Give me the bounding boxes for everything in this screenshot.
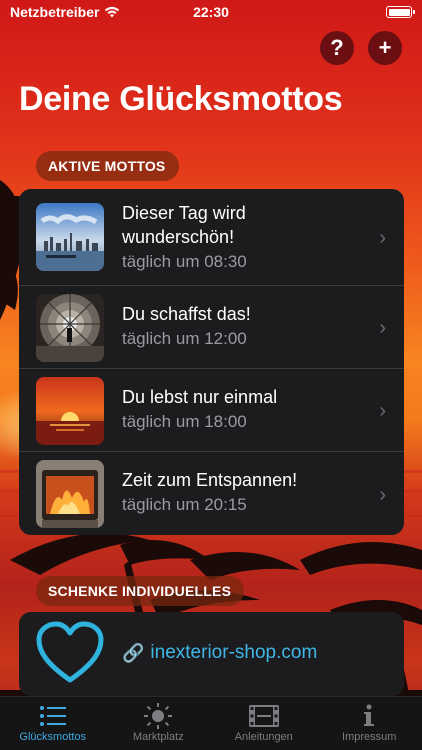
motto-row-1[interactable]: Dieser Tag wird wunderschön! täglich um … (19, 189, 404, 286)
motto-schedule: täglich um 20:15 (122, 495, 247, 514)
heart-icon (36, 621, 104, 683)
tab-bar: Glücksmottos Marktplatz Anleitungen Impr… (0, 696, 422, 750)
info-icon (362, 703, 376, 729)
battery-icon (386, 6, 415, 18)
motto-text: Du schaffst das! täglich um 12:00 (122, 302, 364, 351)
tab-label: Anleitungen (234, 731, 293, 743)
tab-label: Marktplatz (132, 731, 184, 743)
shop-link-text[interactable]: inexterior-shop.com (150, 642, 317, 664)
chevron-right-icon: › (379, 227, 386, 249)
motto-title-line1: Dieser Tag wird (122, 203, 246, 223)
motto-schedule: täglich um 12:00 (122, 329, 247, 348)
motto-schedule: täglich um 18:00 (122, 412, 247, 431)
tab-impressum[interactable]: Impressum (317, 697, 422, 750)
film-icon (248, 703, 279, 729)
tab-gluecksmottos[interactable]: Glücksmottos (0, 697, 106, 750)
motto-list: Dieser Tag wird wunderschön! täglich um … (19, 189, 404, 535)
motto-text: Dieser Tag wird wunderschön! täglich um … (122, 201, 364, 274)
thumbnail-sunset (36, 377, 104, 445)
sun-icon (144, 703, 173, 729)
thumbnail-city-harbor (36, 203, 104, 271)
chevron-right-icon: › (379, 400, 386, 422)
motto-row-4[interactable]: Zeit zum Entspannen! täglich um 20:15 › (19, 452, 404, 535)
motto-schedule: täglich um 08:30 (122, 252, 247, 271)
help-button[interactable]: ? (320, 31, 354, 65)
shop-link[interactable]: 🔗 inexterior-shop.com (122, 642, 317, 664)
chevron-right-icon: › (379, 483, 386, 506)
thumbnail-tunnel (36, 294, 104, 362)
motto-row-3[interactable]: Du lebst nur einmal täglich um 18:00 › (19, 369, 404, 452)
chevron-right-icon: › (379, 317, 386, 339)
status-time: 22:30 (193, 4, 229, 20)
motto-title-line2: wunderschön! (122, 227, 235, 247)
motto-title: Du lebst nur einmal (122, 387, 278, 407)
page-title: Deine Glücksmottos (19, 80, 343, 118)
tab-anleitungen[interactable]: Anleitungen (211, 697, 317, 750)
status-bar: Netzbetreiber 22:30 (0, 0, 422, 24)
motto-title: Zeit zum Entspannen! (122, 470, 298, 490)
section-label-active: AKTIVE MOTTOS (36, 151, 179, 181)
list-icon (39, 703, 67, 729)
add-button[interactable]: + (368, 31, 402, 65)
section-label-gift: SCHENKE INDIVIDUELLES (36, 576, 244, 606)
tab-label: Impressum (342, 731, 397, 743)
tab-marktplatz[interactable]: Marktplatz (106, 697, 212, 750)
link-icon: 🔗 (122, 642, 145, 663)
thumbnail-fireplace (36, 460, 104, 528)
motto-row-2[interactable]: Du schaffst das! täglich um 12:00 › (19, 286, 404, 369)
motto-title: Du schaffst das! (122, 304, 251, 324)
tab-label: Glücksmottos (19, 731, 87, 743)
motto-text: Du lebst nur einmal täglich um 18:00 (122, 385, 364, 434)
motto-text: Zeit zum Entspannen! täglich um 20:15 (122, 468, 364, 517)
gift-card[interactable]: 🔗 inexterior-shop.com (19, 612, 404, 696)
